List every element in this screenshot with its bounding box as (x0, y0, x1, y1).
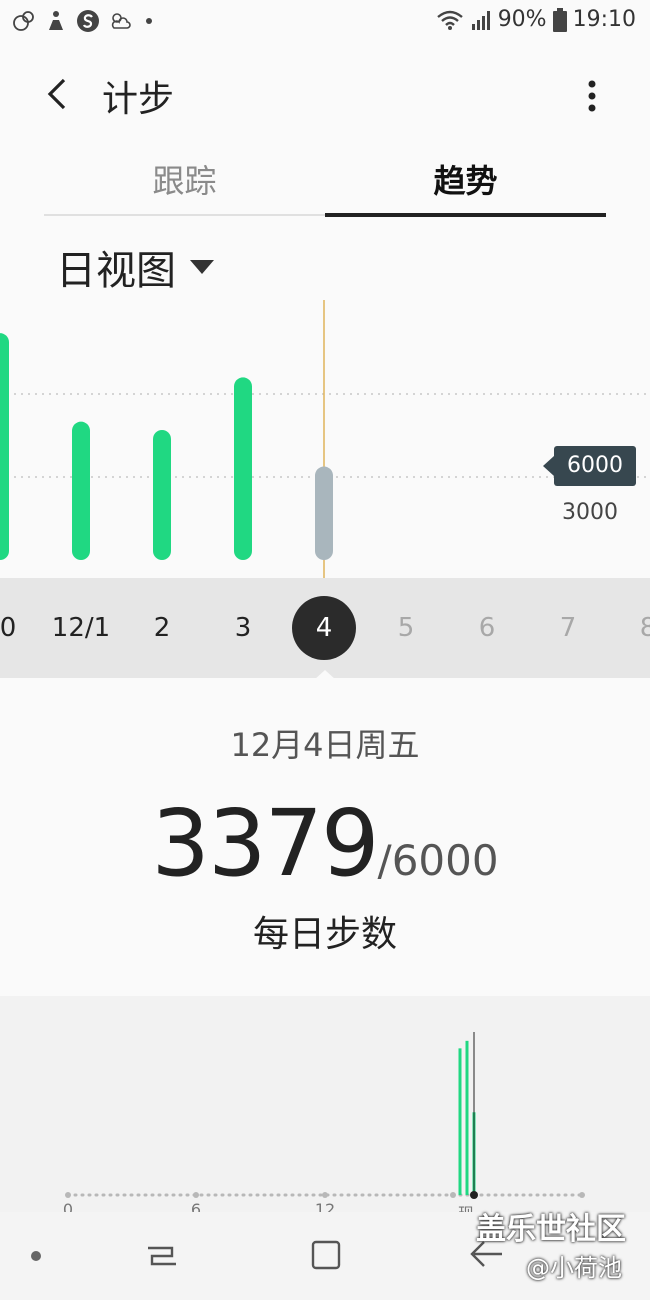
hourly-tick-label: 现 (458, 1200, 474, 1212)
caret-down-icon (190, 260, 214, 274)
hourly-tick-label: 0 (62, 1200, 74, 1212)
clock: 19:10 (572, 7, 636, 32)
date-item[interactable]: 12/1 (41, 578, 121, 678)
hourly-tick-label: 12 (314, 1200, 336, 1212)
hourly-axis-tick (193, 1192, 199, 1198)
page-title: 计步 (102, 79, 175, 120)
hourly-steps-chart-svg (65, 1032, 585, 1199)
chart-bar (234, 377, 252, 560)
battery-icon (552, 7, 567, 32)
watermark-author: @小荷池 (526, 1254, 622, 1282)
more-vertical-icon[interactable] (580, 76, 604, 116)
chart-bar (0, 333, 9, 560)
tab-tracking[interactable]: 跟踪 (44, 150, 325, 216)
selected-date: 12月4日周五 (230, 726, 420, 764)
hourly-axis-tick (579, 1192, 585, 1198)
watermark-title: 盖乐世社区 (476, 1212, 626, 1247)
date-item[interactable]: 2 (122, 578, 202, 678)
recents-icon[interactable] (142, 1234, 182, 1274)
weather-icon (111, 13, 131, 29)
view-selector-label: 日视图 (56, 248, 176, 294)
wifi-icon (436, 10, 463, 30)
dot-icon[interactable] (16, 1234, 56, 1274)
chart-bar (72, 421, 90, 560)
hourly-bar (465, 1040, 469, 1195)
date-item[interactable]: 3 (203, 578, 283, 678)
date-pointer (314, 670, 336, 680)
date-strip[interactable]: 0 12/1 2 3 4 5 6 7 8 (0, 578, 650, 678)
hourly-tick-label: 6 (190, 1200, 202, 1212)
now-dot (470, 1191, 478, 1199)
goal-bubble: 6000 (543, 446, 636, 486)
battery-percent: 90% (497, 7, 547, 32)
home-icon[interactable] (305, 1234, 345, 1274)
tab-bar: 跟踪 趋势 (44, 150, 606, 217)
notification-icons (12, 9, 152, 33)
daily-steps-chart-svg (0, 300, 650, 580)
hourly-axis-tick (322, 1192, 328, 1198)
more-notifications-dot (146, 18, 152, 24)
hourly-steps-chart[interactable]: 0 6 12 现 (0, 996, 650, 1212)
date-item[interactable]: 8 (608, 578, 650, 678)
daily-steps-chart[interactable]: 6000 3000 (0, 300, 650, 580)
app-bar: 计步 (0, 56, 650, 136)
status-bar: 90% 19:10 (0, 0, 650, 44)
view-selector[interactable]: 日视图 (56, 238, 214, 296)
chart-bar (153, 429, 171, 560)
hourly-axis-tick (65, 1192, 71, 1198)
hourly-axis-tick (450, 1192, 456, 1198)
steps-label: 每日步数 (252, 914, 397, 955)
status-indicators: 90% 19:10 (436, 7, 636, 32)
date-item-selected[interactable]: 4 (292, 596, 356, 660)
date-item[interactable]: 6 (447, 578, 527, 678)
steps-count: 3379 (151, 790, 379, 897)
steps-goal: /6000 (377, 836, 499, 885)
chart-bar (315, 466, 333, 560)
app-s-icon (77, 10, 99, 32)
date-item[interactable]: 5 (366, 578, 446, 678)
signal-icon (471, 10, 490, 30)
fitness-icon (49, 11, 63, 30)
tab-trends[interactable]: 趋势 (325, 150, 606, 217)
notification-circles-icon (13, 11, 34, 31)
hourly-bar (458, 1048, 462, 1195)
steps-summary: 3379/6000 (0, 790, 650, 897)
gridline-label-3000: 3000 (562, 500, 618, 525)
date-item[interactable]: 7 (528, 578, 608, 678)
chevron-left-icon[interactable] (38, 74, 78, 114)
